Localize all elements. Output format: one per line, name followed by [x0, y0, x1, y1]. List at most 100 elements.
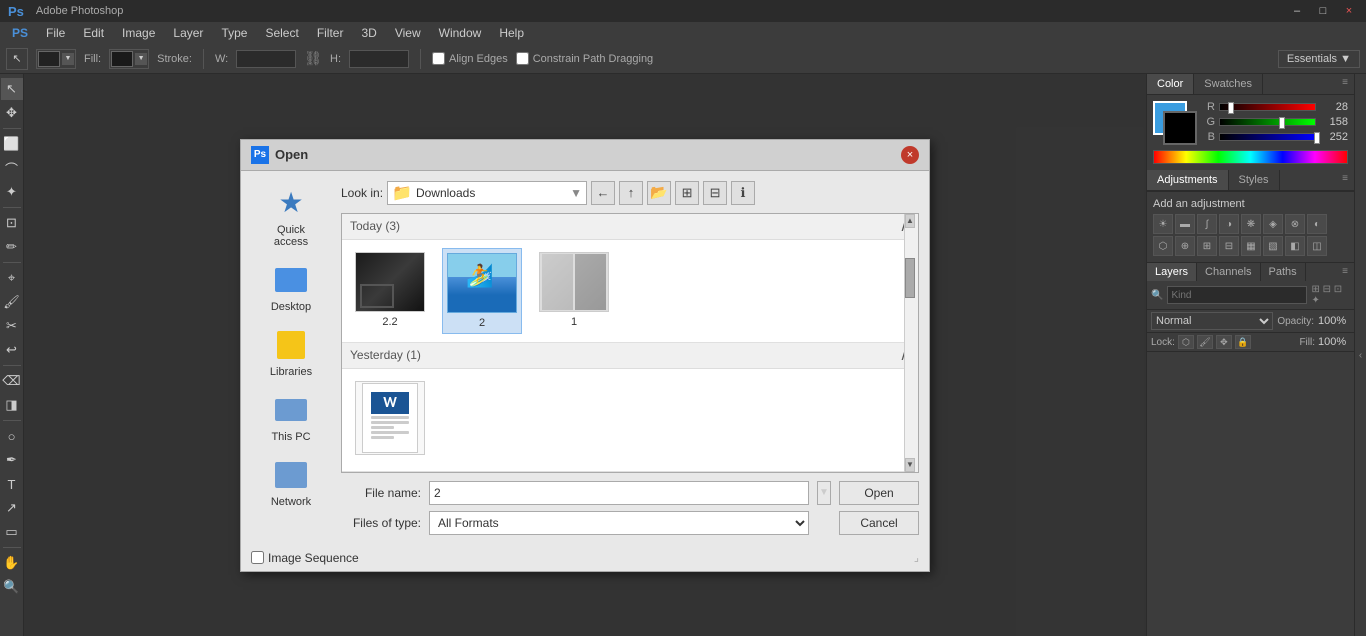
tool-lasso[interactable]: ⌒ [1, 157, 23, 179]
constrain-path-checkbox[interactable]: Constrain Path Dragging [516, 52, 653, 65]
dialog-close-button[interactable]: × [901, 146, 919, 164]
nav-up-button[interactable]: ↑ [619, 181, 643, 205]
menu-help[interactable]: Help [491, 24, 532, 42]
tool-eraser[interactable]: ⌫ [1, 370, 23, 392]
stroke-dropdown[interactable]: ▼ [135, 53, 147, 65]
fill-value[interactable]: 100% [1318, 336, 1350, 348]
files-of-type-select[interactable]: All Formats JPEG PNG PSD [429, 511, 809, 535]
tool-selection-icon[interactable]: ↖ [6, 48, 28, 70]
open-button[interactable]: Open [839, 481, 919, 505]
adj-levels-btn[interactable]: ▬ [1175, 214, 1195, 234]
cancel-button[interactable]: Cancel [839, 511, 919, 535]
menu-edit[interactable]: Edit [75, 24, 112, 42]
image-sequence-checkbox[interactable] [251, 551, 264, 564]
tab-styles[interactable]: Styles [1229, 170, 1280, 190]
tool-gradient[interactable]: ◨ [1, 394, 23, 416]
tool-pen[interactable]: ✒ [1, 449, 23, 471]
background-color-swatch[interactable] [1163, 111, 1197, 145]
color-panel-menu[interactable]: ≡ [1336, 74, 1354, 94]
file-list-scrollbar[interactable]: ▲ ▼ [904, 214, 918, 472]
minimize-button[interactable]: – [1288, 2, 1306, 20]
image-sequence-label[interactable]: Image Sequence [251, 551, 359, 565]
tool-shape[interactable]: ▭ [1, 521, 23, 543]
menu-image[interactable]: Image [114, 24, 163, 42]
tool-select[interactable]: ↖ [1, 78, 23, 100]
new-folder-button[interactable]: 📂 [647, 181, 671, 205]
sidebar-item-this-pc[interactable]: This PC [255, 388, 327, 447]
adj-panel-menu[interactable]: ≡ [1336, 170, 1354, 190]
b-slider[interactable] [1219, 133, 1316, 141]
r-slider[interactable] [1219, 103, 1316, 111]
tab-paths[interactable]: Paths [1261, 263, 1306, 281]
nav-back-button[interactable]: ← [591, 181, 615, 205]
height-input[interactable] [349, 50, 409, 68]
spectrum-bar[interactable] [1153, 150, 1348, 164]
stroke-color-box[interactable] [111, 51, 133, 67]
view-toggle-button[interactable]: ⊞ [675, 181, 699, 205]
r-thumb[interactable] [1228, 102, 1234, 114]
menu-view[interactable]: View [387, 24, 429, 42]
fill-color-box[interactable] [38, 51, 60, 67]
file-name-input[interactable] [429, 481, 809, 505]
resize-handle[interactable]: ⌟ [914, 551, 919, 564]
adj-colorlookup-btn[interactable]: ⊞ [1197, 236, 1217, 256]
scroll-thumb[interactable] [905, 258, 915, 298]
tool-brush[interactable]: 🖌 [1, 291, 23, 313]
adj-invert-btn[interactable]: ⊟ [1219, 236, 1239, 256]
scroll-up-button[interactable]: ▲ [905, 214, 915, 228]
tool-marquee[interactable]: ⬜ [1, 133, 23, 155]
lock-position-btn[interactable]: ✥ [1216, 335, 1232, 349]
tool-dodge[interactable]: ○ [1, 425, 23, 447]
tab-adjustments[interactable]: Adjustments [1147, 170, 1229, 190]
adj-hsl-btn[interactable]: ◈ [1263, 214, 1283, 234]
fill-dropdown[interactable]: ▼ [62, 53, 74, 65]
align-edges-checkbox[interactable]: Align Edges [432, 52, 508, 65]
tab-color[interactable]: Color [1147, 74, 1194, 94]
essentials-button[interactable]: Essentials ▼ [1278, 50, 1360, 68]
sidebar-item-desktop[interactable]: Desktop [255, 258, 327, 317]
menu-type[interactable]: Type [213, 24, 255, 42]
tool-move[interactable]: ✥ [1, 102, 23, 124]
file-item-1[interactable]: 1 [534, 248, 614, 334]
menu-select[interactable]: Select [257, 24, 306, 42]
adj-photofilter-btn[interactable]: ⬡ [1153, 236, 1173, 256]
blend-mode-select[interactable]: Normal Multiply Screen [1151, 312, 1273, 330]
tab-layers[interactable]: Layers [1147, 263, 1197, 281]
link-icon[interactable]: ⛓ [304, 50, 322, 67]
b-thumb[interactable] [1314, 132, 1320, 144]
tool-path-select[interactable]: ↗ [1, 497, 23, 519]
adj-vibrance-btn[interactable]: ❋ [1241, 214, 1261, 234]
constrain-path-input[interactable] [516, 52, 529, 65]
align-edges-input[interactable] [432, 52, 445, 65]
scroll-down-button[interactable]: ▼ [905, 458, 915, 472]
file-info-button[interactable]: ℹ [731, 181, 755, 205]
sidebar-item-libraries[interactable]: Libraries [255, 323, 327, 382]
g-slider[interactable] [1219, 118, 1316, 126]
lock-image-btn[interactable]: 🖌 [1197, 335, 1213, 349]
filename-dropdown-btn[interactable]: ▼ [817, 481, 831, 505]
adj-curves-btn[interactable]: ∫ [1197, 214, 1217, 234]
tool-crop[interactable]: ⊡ [1, 212, 23, 234]
tab-channels[interactable]: Channels [1197, 263, 1260, 281]
menu-3d[interactable]: 3D [353, 24, 384, 42]
menu-window[interactable]: Window [431, 24, 490, 42]
file-item-doc[interactable]: W [350, 377, 430, 463]
lock-transparent-btn[interactable]: ⬡ [1178, 335, 1194, 349]
tool-eyedropper[interactable]: ✏ [1, 236, 23, 258]
menu-ps[interactable]: PS [4, 24, 36, 42]
adj-gradient-map-btn[interactable]: ◧ [1285, 236, 1305, 256]
create-folder-button2[interactable]: ⊟ [703, 181, 727, 205]
menu-filter[interactable]: Filter [309, 24, 352, 42]
lock-all-btn[interactable]: 🔒 [1235, 335, 1251, 349]
menu-file[interactable]: File [38, 24, 73, 42]
tool-magic-wand[interactable]: ✦ [1, 181, 23, 203]
tool-zoom[interactable]: 🔍 [1, 576, 23, 598]
layers-search-input[interactable] [1167, 286, 1307, 304]
tab-swatches[interactable]: Swatches [1194, 74, 1263, 94]
look-in-select[interactable]: 📁 Downloads ▼ [387, 181, 587, 205]
close-button[interactable]: × [1340, 2, 1358, 20]
g-thumb[interactable] [1279, 117, 1285, 129]
sidebar-item-network[interactable]: Network [255, 453, 327, 512]
tool-healing[interactable]: ⌖ [1, 267, 23, 289]
adj-threshold-btn[interactable]: ▧ [1263, 236, 1283, 256]
